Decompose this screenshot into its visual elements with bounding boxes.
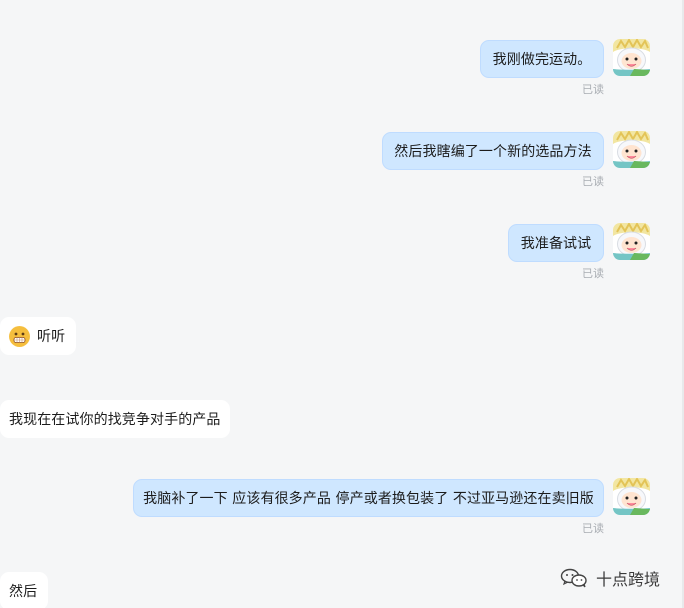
outgoing-message[interactable]: 然后我瞎编了一个新的选品方法 bbox=[382, 132, 604, 170]
watermark-text: 十点跨境 bbox=[596, 570, 661, 589]
outgoing-message[interactable]: 我准备试试 bbox=[508, 224, 604, 262]
watermark: 十点跨境 bbox=[560, 566, 660, 590]
read-status: 已读 bbox=[582, 267, 604, 280]
finn-avatar-icon bbox=[613, 39, 650, 76]
incoming-message[interactable]: 我现在在试你的找竞争对手的产品 bbox=[0, 400, 230, 438]
outgoing-message[interactable]: 我刚做完运动。 bbox=[480, 40, 604, 78]
finn-avatar-icon bbox=[613, 131, 650, 168]
outgoing-message[interactable]: 我脑补了一下 应该有很多产品 停产或者换包装了 不过亚马逊还在卖旧版 bbox=[133, 479, 604, 517]
chat-window: 我刚做完运动。 已读 然后我瞎编了一个新的选品方法 已读 我准备试试 已读 听听… bbox=[0, 0, 684, 608]
message-text: 我脑补了一下 应该有很多产品 停产或者换包装了 不过亚马逊还在卖旧版 bbox=[143, 491, 594, 507]
grinning-face-emoji-icon bbox=[9, 325, 30, 347]
avatar[interactable] bbox=[613, 223, 650, 260]
avatar[interactable] bbox=[613, 478, 650, 515]
message-text: 我现在在试你的找竞争对手的产品 bbox=[9, 412, 221, 428]
incoming-message[interactable]: 听听 bbox=[0, 317, 76, 355]
finn-avatar-icon bbox=[613, 223, 650, 260]
read-status: 已读 bbox=[582, 83, 604, 96]
message-text: 我刚做完运动。 bbox=[492, 52, 592, 68]
wechat-icon bbox=[560, 568, 587, 588]
message-text: 听听 bbox=[37, 329, 66, 345]
avatar[interactable] bbox=[613, 131, 650, 168]
message-text: 我准备试试 bbox=[520, 236, 592, 252]
read-status: 已读 bbox=[582, 522, 604, 535]
finn-avatar-icon bbox=[613, 478, 650, 515]
message-text: 然后我瞎编了一个新的选品方法 bbox=[394, 144, 592, 160]
message-text: 然后 bbox=[9, 584, 38, 600]
incoming-message[interactable]: 然后 bbox=[0, 572, 48, 608]
avatar[interactable] bbox=[613, 39, 650, 76]
read-status: 已读 bbox=[582, 175, 604, 188]
